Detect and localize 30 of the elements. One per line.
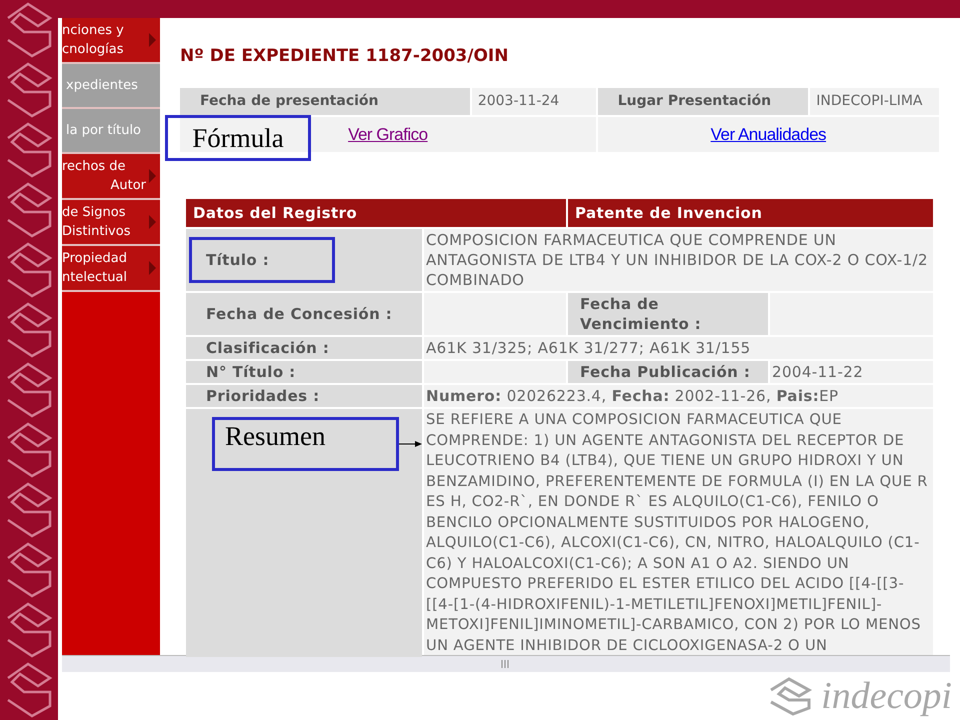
callout-label: Fórmula	[165, 114, 311, 160]
field-label: Clasificación :	[206, 339, 330, 357]
field-value: A61K 31/325; A61K 31/277; A61K 31/155	[424, 337, 933, 359]
field-value: SE REFIERE A UNA COMPOSICION FARMACEUTICA QUE COMPRENDE: 1) UN AGENTE ANTAGONISTA DEL RECEPTOR DE LEUCOTRIENO B4 (LTB4), QUE TIENE UN GRUPO HIDROXI Y UN BENZAMIDINO, PREFERENTEMENTE DE FORMULA (I) EN LA QUE R ES H, CO2-R`, EN DONDE R` ES ALQUILO(C1-C6), FENILO O BENCILO OPCIONALMENTE SUSTITUIDOS POR HALOGENO, ALQUILO(C1-C6), ALCOXI(C1-C6), CN, NITRO, HALOALQUILO (C1-C6) Y HALOALCOXI(C1-C6); A SON A1 O A2. SIENDO UN COMPUESTO PREFERIDO EL ESTER ETILICO DEL ACIDO [[4-[[3-[[4-[1-(4-HIDROXIFENIL)-1-METILETIL]FENOXI]METIL]FENIL]-METOXI]FENIL]IMINOMETIL]-CARBAMICO, CON 2) POR LO MENOS UN AGENTE INHIBIDOR DE CICLOOXIGENASA-2 O UN	[424, 409, 933, 657]
logo-text: indecopi	[821, 677, 952, 715]
link[interactable]: Ver Grafico	[348, 124, 428, 144]
field-label: N° Título :	[206, 363, 296, 381]
field-value: 2003-11-24	[472, 88, 596, 114]
page-title: Nº DE EXPEDIENTE 1187-2003/OIN	[180, 45, 510, 68]
table-header: Datos del Registro	[186, 199, 566, 227]
field-value: Numero: 02026223.4, Fecha: 2002-11-26, Pais:EP	[424, 385, 933, 407]
sidebar-item[interactable]: Propiedad ntelectual	[62, 246, 160, 292]
field-value: COMPOSICION FARMACEUTICA QUE COMPRENDE UN ANTAGONISTA DE LTB4 Y UN INHIBIDOR DE LA COX-2 O COX-1/2 COMBINADO	[424, 229, 933, 291]
horizontal-scrollbar[interactable]	[62, 655, 950, 672]
callout-label: Resumen	[212, 417, 399, 471]
field-value: INDECOPI-LIMA	[810, 88, 939, 114]
table-header: Patente de Invencion	[568, 199, 933, 227]
field-value: 2004-11-22	[770, 361, 933, 383]
sidebar-item[interactable]: nciones y cnologías	[62, 18, 160, 64]
sidebar-item[interactable]: rechos de Autor	[62, 154, 160, 200]
field-label: Prioridades :	[206, 387, 320, 405]
sidebar-item[interactable]: de Signos Distintivos	[62, 200, 160, 246]
grip-icon	[501, 660, 511, 668]
field-label: Título :	[189, 237, 335, 283]
field-label: Fecha de Concesión :	[206, 305, 392, 323]
field-label: Fecha Publicación :	[568, 361, 768, 383]
field-label: Fecha de Vencimiento :	[568, 293, 768, 335]
link[interactable]: Ver Anualidades	[710, 124, 826, 144]
field-label: Fecha de presentación	[180, 88, 470, 114]
field-label: Lugar Presentación	[598, 88, 808, 114]
